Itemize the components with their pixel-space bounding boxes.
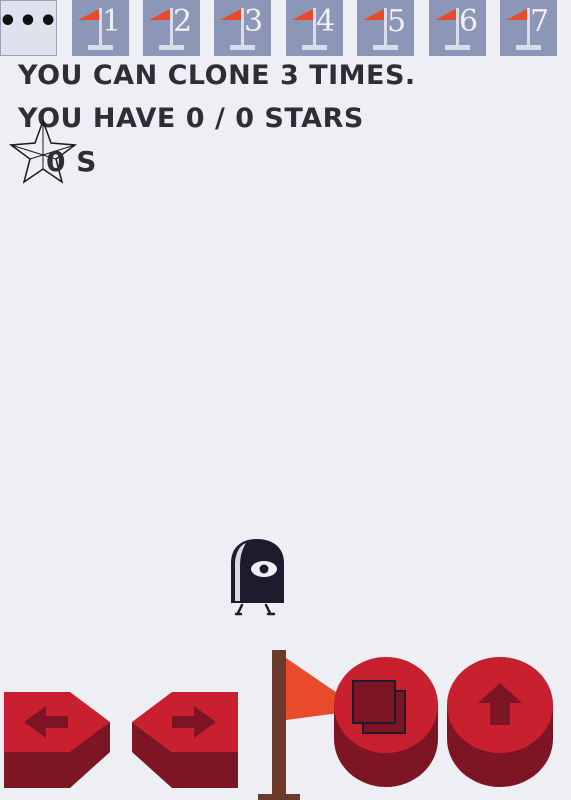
menu-dots-icon: ••• (0, 4, 59, 39)
level-6-button[interactable]: 6 (429, 0, 486, 56)
level-number: 7 (530, 4, 550, 39)
level-3-button[interactable]: 3 (214, 0, 271, 56)
level-7-button[interactable]: 7 (500, 0, 557, 56)
level-number: 6 (459, 4, 479, 39)
level-select-bar: ••• 1 2 3 4 5 6 7 (0, 0, 571, 56)
move-right-button[interactable] (132, 692, 240, 792)
level-5-button[interactable]: 5 (357, 0, 414, 56)
clone-count-text: YOU CAN CLONE 3 TIMES. (18, 60, 416, 91)
level-4-button[interactable]: 4 (286, 0, 343, 56)
clone-button[interactable] (333, 655, 439, 789)
level-number: 2 (173, 4, 193, 39)
move-left-button[interactable] (4, 692, 112, 792)
level-2-button[interactable]: 2 (143, 0, 200, 56)
level-number: 4 (316, 4, 336, 39)
jump-button[interactable] (446, 655, 554, 789)
level-number: 5 (387, 4, 407, 39)
menu-button[interactable]: ••• (0, 0, 59, 56)
player-character[interactable] (228, 537, 288, 621)
level-1-button[interactable]: 1 (72, 0, 129, 56)
level-number: 1 (102, 4, 122, 39)
timer-text: 0 S (46, 145, 97, 178)
level-number: 3 (244, 4, 264, 39)
